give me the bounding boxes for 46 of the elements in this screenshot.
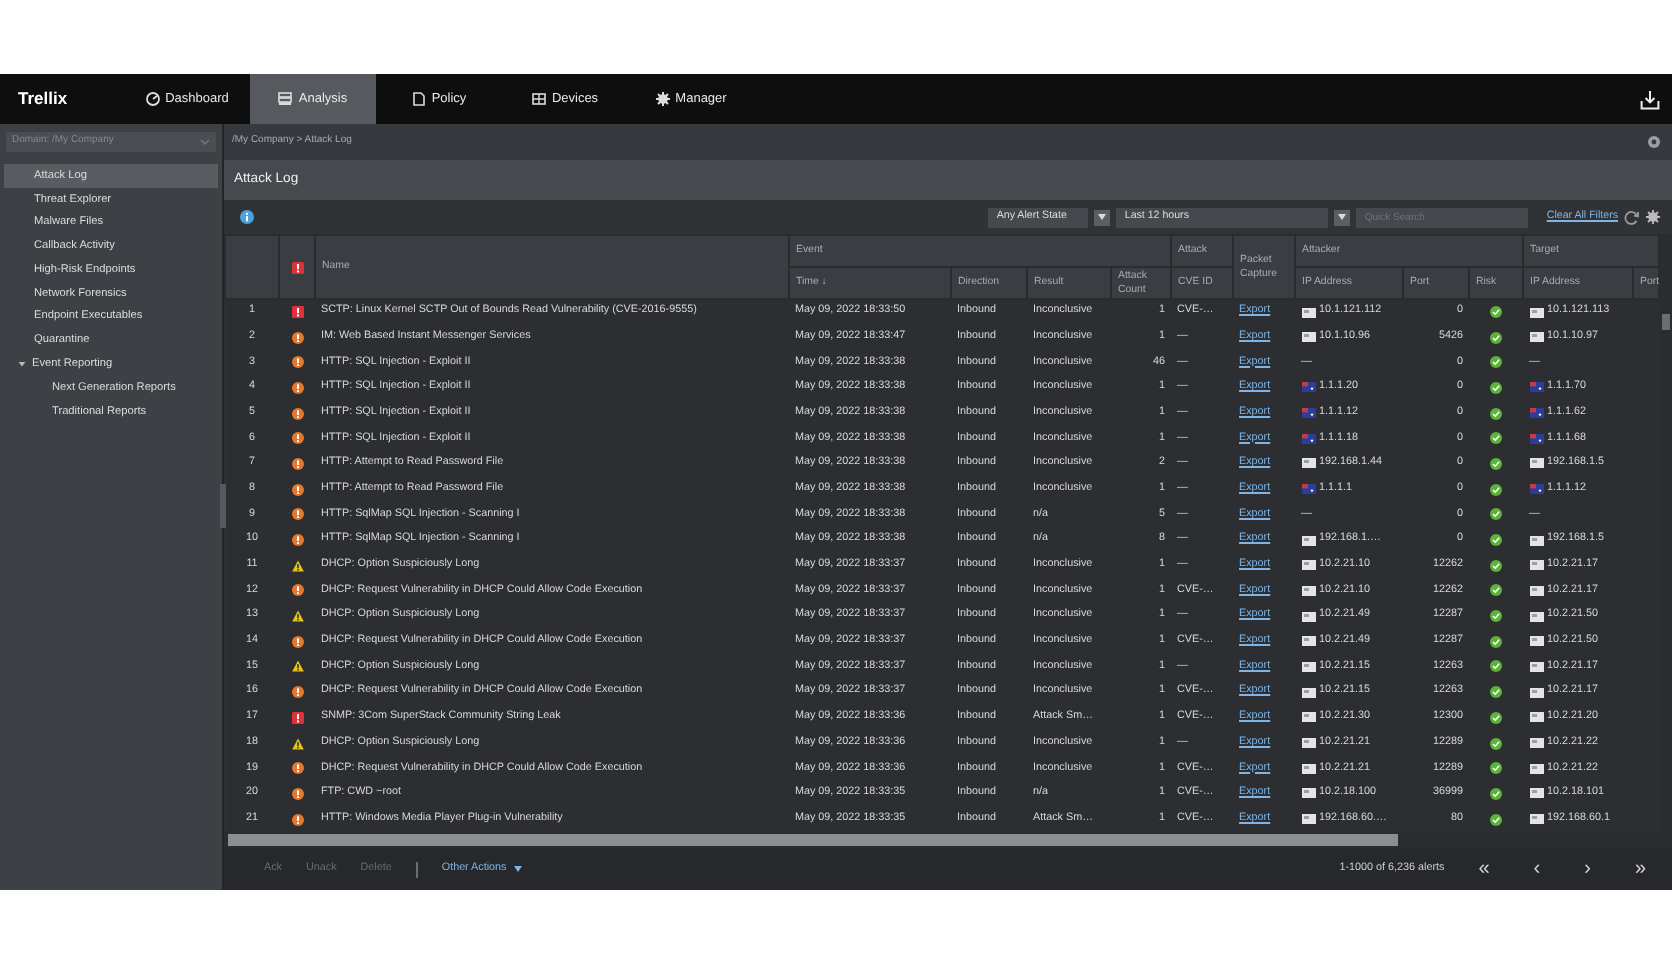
info-icon[interactable] (240, 210, 254, 224)
check-icon (1490, 813, 1503, 826)
check-icon (1490, 432, 1503, 445)
settings-icon[interactable] (1646, 210, 1660, 224)
scroll-thumb[interactable] (1662, 314, 1670, 330)
stack-icon (278, 92, 293, 106)
check-icon (1490, 407, 1503, 420)
pager-button[interactable]: » (1624, 859, 1656, 879)
caret-icon (514, 865, 523, 872)
check-icon (1490, 306, 1503, 319)
check-icon (1490, 508, 1503, 521)
logo: Trellix (16, 86, 70, 113)
dashboard-icon (145, 92, 160, 106)
check-icon (1490, 457, 1503, 470)
alert-icon[interactable] (291, 261, 303, 273)
check-icon (1490, 356, 1503, 369)
refresh-icon[interactable] (1624, 209, 1640, 225)
dropdown-toggle[interactable] (1094, 209, 1111, 225)
dropdown-toggle[interactable] (1334, 209, 1351, 225)
caret-icon (200, 138, 210, 146)
caret-icon (1338, 214, 1347, 220)
horizontal-scrollbar[interactable] (224, 832, 1672, 848)
caret-icon (1098, 214, 1107, 220)
pager-button[interactable]: ‹ (1523, 859, 1551, 879)
download-icon[interactable] (1640, 89, 1660, 109)
document-icon (411, 92, 426, 106)
check-icon (1490, 381, 1503, 394)
check-icon (1490, 610, 1503, 623)
check-icon (1490, 762, 1503, 775)
check-icon (1490, 483, 1503, 496)
check-icon (1490, 559, 1503, 572)
pager-button[interactable]: « (1468, 859, 1500, 879)
check-icon (1490, 686, 1503, 699)
check-icon (1490, 331, 1503, 344)
check-icon (1490, 660, 1503, 673)
check-icon (1490, 635, 1503, 648)
check-icon (1490, 737, 1503, 750)
grid-icon (531, 92, 546, 106)
settings-icon (655, 92, 670, 106)
check-icon (1490, 787, 1503, 800)
pager-button[interactable]: › (1574, 859, 1601, 879)
check-icon (1490, 534, 1503, 547)
scroll-thumb[interactable] (228, 834, 1398, 846)
check-icon (1490, 584, 1503, 597)
help-icon[interactable] (1648, 136, 1660, 148)
check-icon (1490, 711, 1503, 724)
